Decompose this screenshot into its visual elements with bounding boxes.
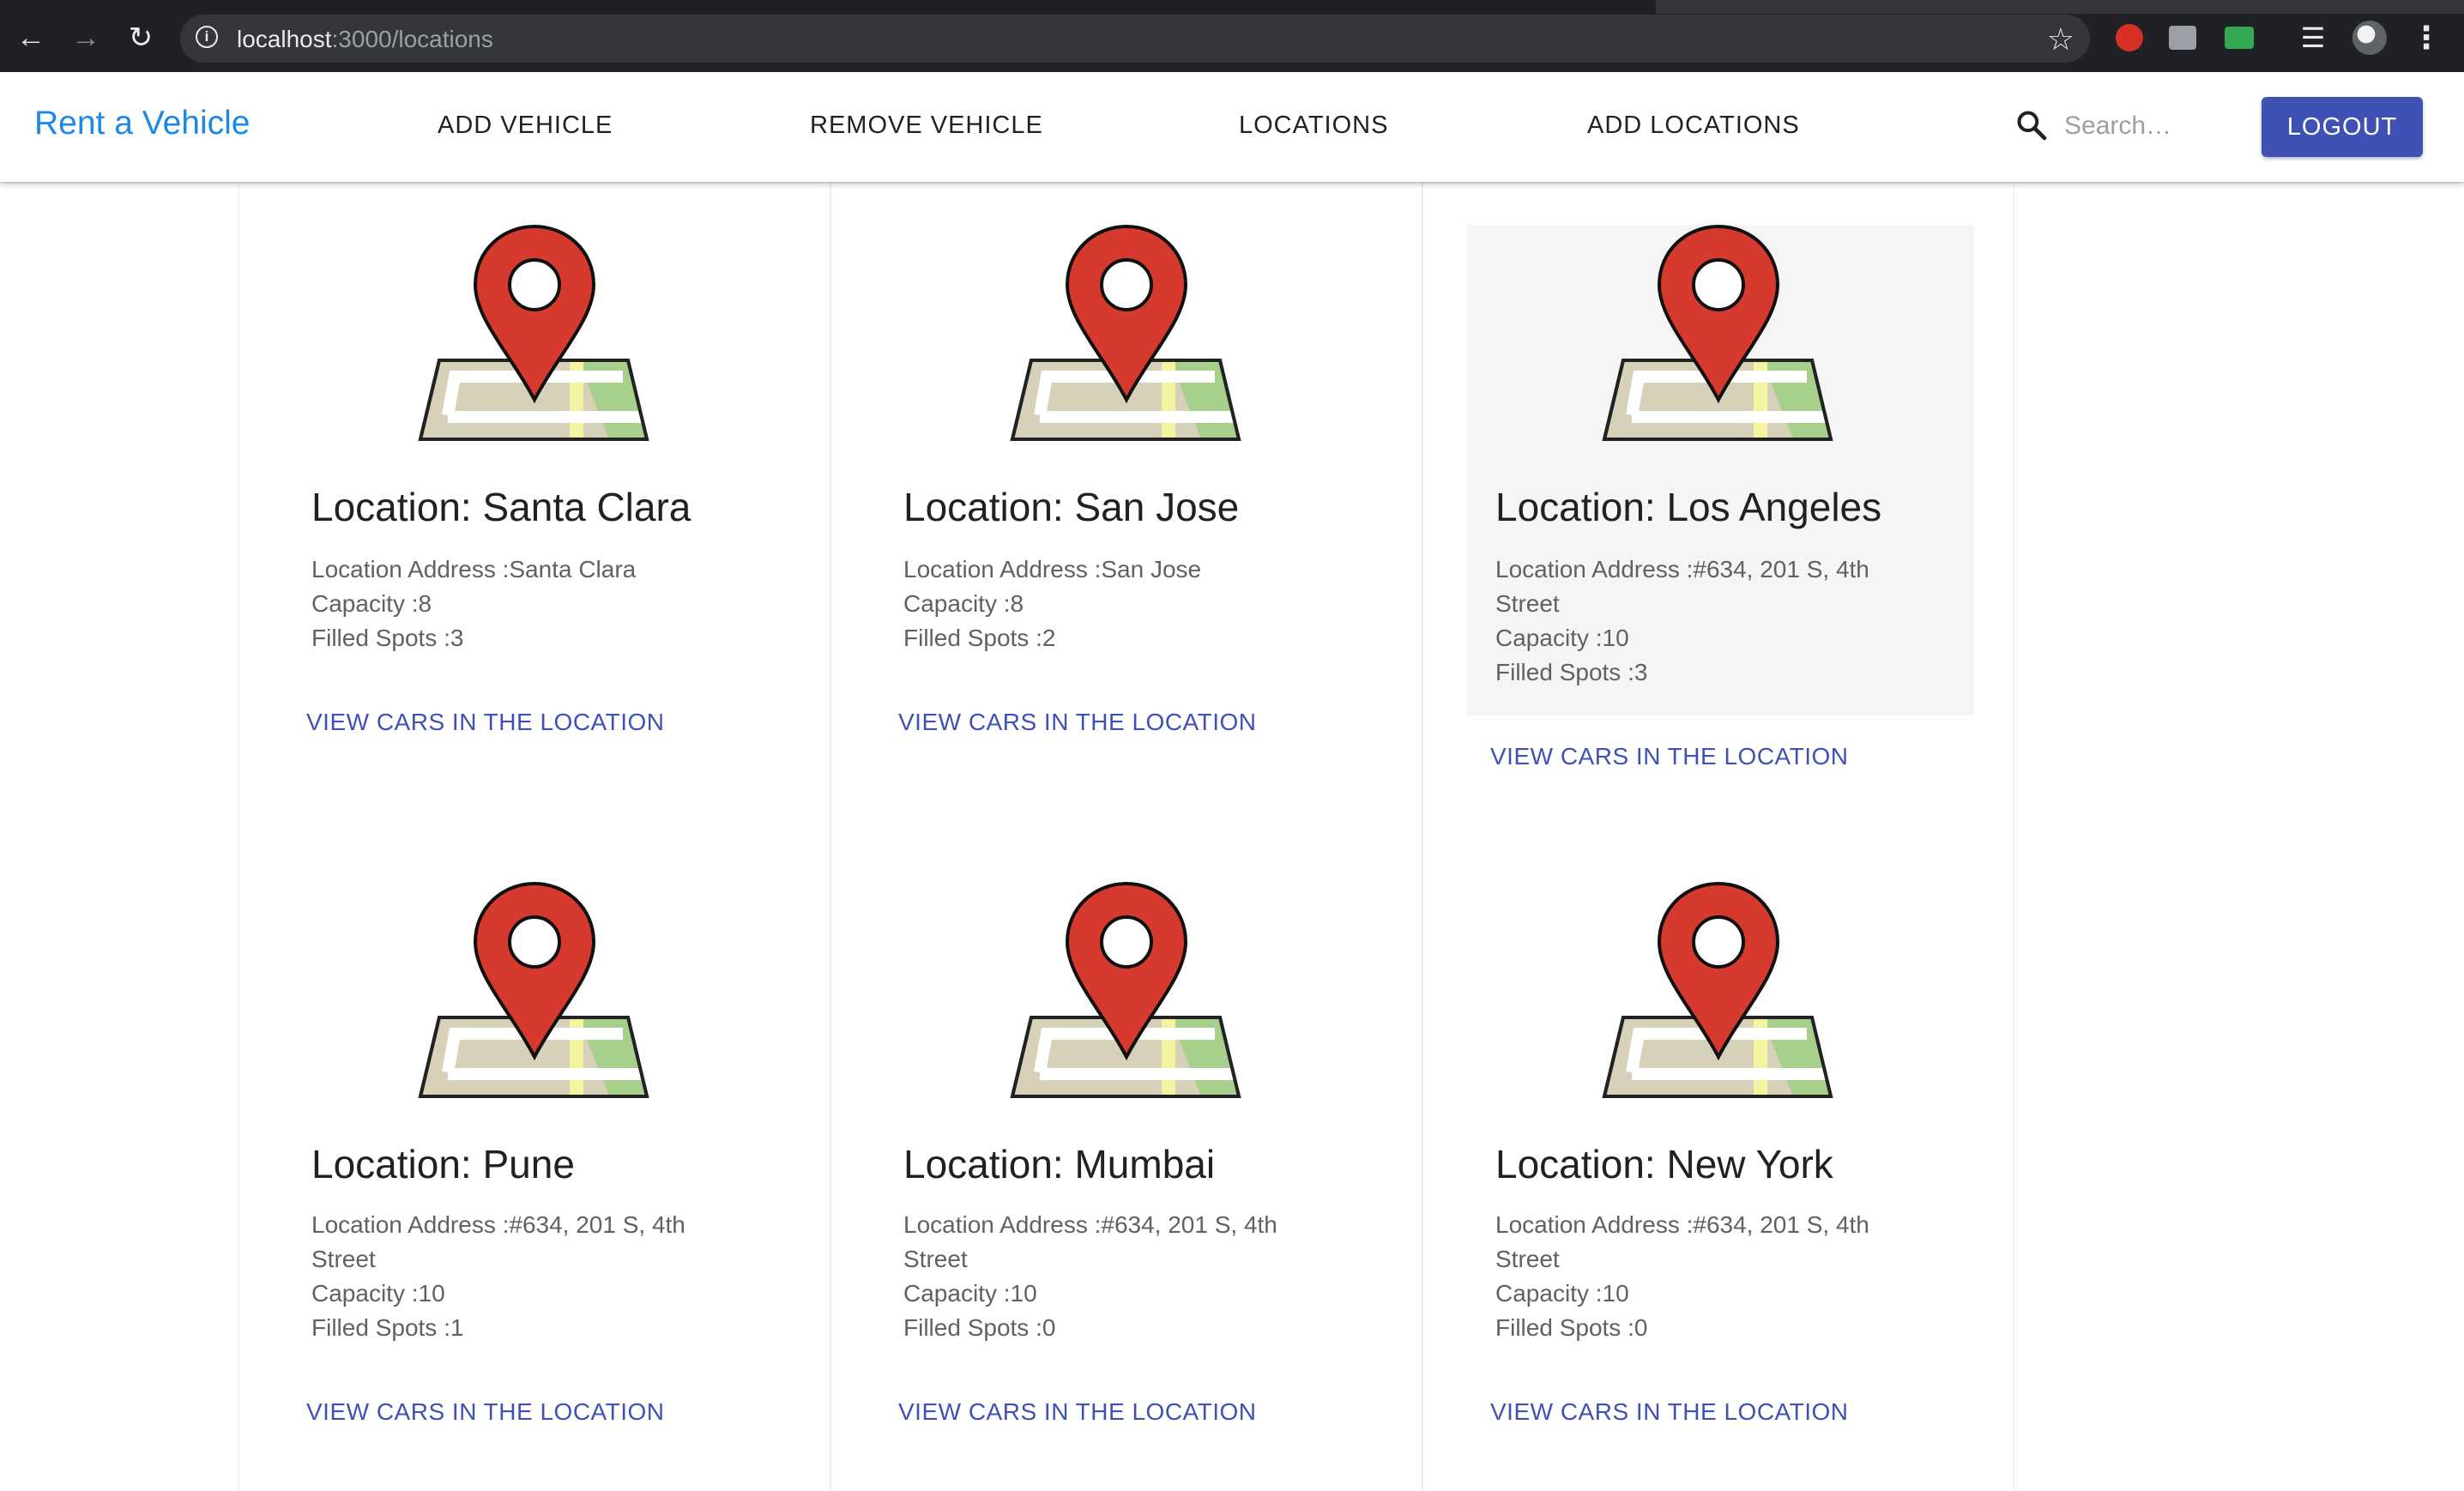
location-address: Location Address :Santa Clara xyxy=(311,556,637,583)
location-filled-spots: Filled Spots :2 xyxy=(903,625,1056,651)
view-cars-link[interactable]: VIEW CARS IN THE LOCATION xyxy=(1490,743,1849,770)
location-title: Location: New York xyxy=(1495,1142,1833,1186)
url-host: localhost xyxy=(237,26,332,52)
location-details: Location Address :#634, 201 S, 4th Stree… xyxy=(1495,1208,1899,1345)
card-media xyxy=(1423,182,2014,450)
extension-adblock-icon[interactable] xyxy=(2112,21,2147,55)
tab-strip xyxy=(0,0,2464,14)
nav-add-locations[interactable]: ADD LOCATIONS xyxy=(1587,112,1800,140)
address-bar[interactable]: i localhost:3000/locations ☆ xyxy=(180,15,2090,63)
search-icon xyxy=(2017,111,2047,141)
location-card: Location: Pune Location Address :#634, 2… xyxy=(239,839,830,1491)
location-address: Location Address :#634, 201 S, 4th Stree… xyxy=(311,1211,685,1272)
view-cars-link[interactable]: VIEW CARS IN THE LOCATION xyxy=(306,1398,665,1426)
location-capacity: Capacity :10 xyxy=(903,1280,1037,1307)
card-media xyxy=(831,839,1422,1107)
location-address: Location Address :San Jose xyxy=(903,556,1202,583)
location-title: Location: Santa Clara xyxy=(311,485,691,529)
location-card: Location: New York Location Address :#63… xyxy=(1422,839,2014,1491)
location-filled-spots: Filled Spots :0 xyxy=(1495,1314,1648,1341)
profile-avatar[interactable] xyxy=(2352,21,2387,55)
view-cars-link[interactable]: VIEW CARS IN THE LOCATION xyxy=(898,1398,1257,1426)
map-pin-icon xyxy=(418,224,649,441)
nav-add-vehicle[interactable]: ADD VEHICLE xyxy=(438,112,613,140)
view-cars-link[interactable]: VIEW CARS IN THE LOCATION xyxy=(898,709,1257,736)
location-card: Location: Los Angeles Location Address :… xyxy=(1422,182,2014,839)
location-details: Location Address :#634, 201 S, 4th Stree… xyxy=(903,1208,1307,1345)
reload-icon[interactable]: ↻ xyxy=(122,19,160,57)
search-input[interactable] xyxy=(2062,106,2238,146)
map-pin-icon xyxy=(1010,881,1241,1098)
location-details: Location Address :#634, 201 S, 4th Stree… xyxy=(311,1208,715,1345)
bookmark-star-icon[interactable]: ☆ xyxy=(2047,21,2074,57)
location-capacity: Capacity :10 xyxy=(311,1280,445,1307)
location-capacity: Capacity :10 xyxy=(1495,625,1629,651)
app-bar: Rent a Vehicle ADD VEHICLE REMOVE VEHICL… xyxy=(0,72,2464,182)
url-text[interactable]: localhost:3000/locations xyxy=(237,26,493,53)
browser-menu-icon[interactable]: ⋮ xyxy=(2409,20,2443,55)
map-pin-icon xyxy=(1602,224,1833,441)
location-details: Location Address :#634, 201 S, 4th Stree… xyxy=(1495,552,1899,690)
location-filled-spots: Filled Spots :3 xyxy=(1495,659,1648,685)
location-capacity: Capacity :8 xyxy=(311,590,432,617)
location-address: Location Address :#634, 201 S, 4th Stree… xyxy=(903,1211,1277,1272)
map-pin-icon xyxy=(418,881,649,1098)
extension-copy-icon[interactable] xyxy=(2165,21,2200,55)
location-title: Location: Mumbai xyxy=(903,1142,1216,1186)
active-tab[interactable] xyxy=(0,0,1656,14)
location-card: Location: San Jose Location Address :San… xyxy=(830,182,1422,839)
location-title: Location: Pune xyxy=(311,1142,575,1186)
location-capacity: Capacity :8 xyxy=(903,590,1024,617)
browser-toolbar: ← → ↻ i localhost:3000/locations ☆ ☰ ⋮ xyxy=(0,0,2464,72)
location-address: Location Address :#634, 201 S, 4th Stree… xyxy=(1495,1211,1869,1272)
media-control-icon[interactable]: ☰ xyxy=(2296,21,2330,55)
nav-remove-vehicle[interactable]: REMOVE VEHICLE xyxy=(810,112,1043,140)
map-pin-icon xyxy=(1602,881,1833,1098)
location-filled-spots: Filled Spots :1 xyxy=(311,1314,464,1341)
site-info-icon[interactable]: i xyxy=(196,26,218,48)
view-cars-link[interactable]: VIEW CARS IN THE LOCATION xyxy=(306,709,665,736)
card-media xyxy=(239,839,830,1107)
location-filled-spots: Filled Spots :3 xyxy=(311,625,464,651)
back-arrow-icon[interactable]: ← xyxy=(12,19,50,57)
logout-button[interactable]: LOGOUT xyxy=(2262,97,2423,157)
location-filled-spots: Filled Spots :0 xyxy=(903,1314,1056,1341)
extension-mail-icon[interactable] xyxy=(2222,21,2256,55)
card-media xyxy=(1423,839,2014,1107)
location-capacity: Capacity :10 xyxy=(1495,1280,1629,1307)
card-media xyxy=(831,182,1422,450)
location-details: Location Address :San Jose Capacity :8 F… xyxy=(903,552,1350,655)
location-title: Location: Los Angeles xyxy=(1495,485,1882,529)
location-title: Location: San Jose xyxy=(903,485,1240,529)
brand-title[interactable]: Rent a Vehicle xyxy=(34,105,251,142)
nav-locations[interactable]: LOCATIONS xyxy=(1239,112,1388,140)
map-pin-icon xyxy=(1010,224,1241,441)
location-details: Location Address :Santa Clara Capacity :… xyxy=(311,552,758,655)
location-card: Location: Santa Clara Location Address :… xyxy=(239,182,830,839)
location-address: Location Address :#634, 201 S, 4th Stree… xyxy=(1495,556,1869,617)
url-path: :3000/locations xyxy=(331,26,493,52)
location-card: Location: Mumbai Location Address :#634,… xyxy=(830,839,1422,1491)
view-cars-link[interactable]: VIEW CARS IN THE LOCATION xyxy=(1490,1398,1849,1426)
card-media xyxy=(239,182,830,450)
forward-arrow-icon[interactable]: → xyxy=(67,19,105,57)
